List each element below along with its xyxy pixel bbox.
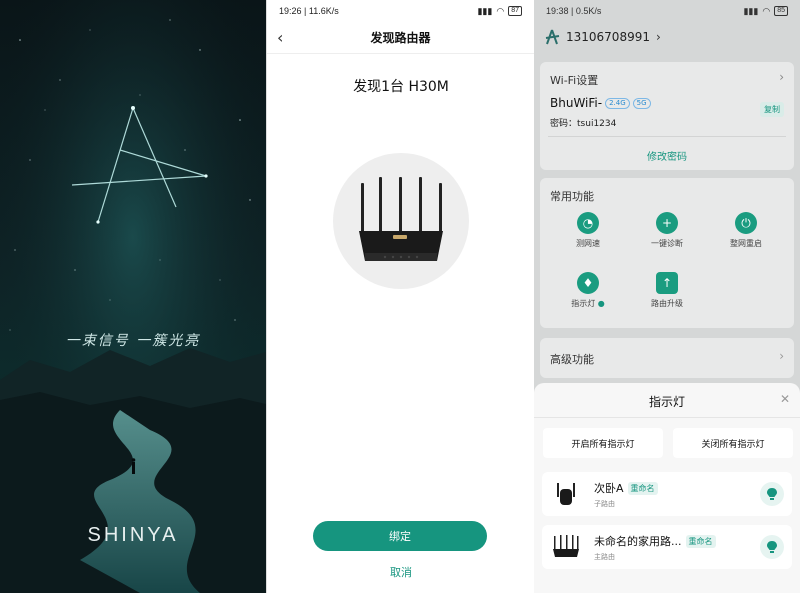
device-row: 未命名的家用路... 重命名 主路由 (542, 525, 792, 569)
restart-label: 整网重启 (730, 239, 762, 248)
password-label: 密码： (550, 119, 578, 129)
divider (548, 136, 786, 137)
divider (534, 417, 800, 418)
bulb-icon (767, 541, 777, 553)
advanced-functions-title: 高级功能 (550, 353, 594, 366)
device-row: 次卧A 重命名 子路由 (542, 472, 792, 516)
bind-button[interactable]: 绑定 (313, 521, 487, 551)
diagnose-label: 一键诊断 (651, 239, 683, 248)
slogan-text: 一束信号 一簇光亮 (65, 333, 201, 349)
nav-bar: ‹ 发现路由器 (267, 22, 534, 54)
discover-router-screen: 19:26 | 11.6K/s ▮▮▮ ◠ 87 ‹ 发现路由器 发现1台 H3… (266, 0, 534, 593)
router-image (333, 153, 469, 289)
change-password-button[interactable]: 修改密码 (540, 148, 794, 163)
ssid-text: BhuWiFi- (550, 96, 603, 110)
chevron-right-icon[interactable]: › (779, 70, 784, 84)
rename-button[interactable]: 重命名 (685, 534, 716, 548)
brand-star-icon (545, 29, 560, 45)
band-5g-badge: 5G (632, 97, 651, 109)
indicator-toggle[interactable] (760, 535, 784, 559)
mesh-node-icon (550, 478, 582, 510)
found-router-text: 发现1台 H30M (353, 79, 449, 95)
upgrade-icon: ↑ (656, 272, 678, 294)
rename-button[interactable]: 重命名 (627, 481, 658, 495)
wifi-settings-title[interactable]: Wi-Fi设置 (550, 72, 598, 88)
status-icons: ▮▮▮ ◠ 85 (743, 6, 788, 17)
status-time-speed: 19:26 | 11.6K/s (279, 6, 339, 16)
chevron-right-icon: › (655, 30, 661, 44)
turn-on-all-lights-button[interactable]: 开启所有指示灯 (543, 428, 663, 458)
common-functions-card: 常用功能 ◔ 测网速 + 一键诊断 ⏻ 整网重启 ♦ 指示灯 ● ↑ 路由升级 (540, 178, 794, 328)
wifi-password: 密码：tsui1234 (550, 116, 616, 129)
back-icon[interactable]: ‹ (277, 28, 283, 47)
wifi-icon: ◠ (496, 5, 505, 16)
chevron-right-icon: › (779, 349, 784, 363)
account-phone: 13106708991 (566, 30, 650, 44)
dashboard-screen: 19:38 | 0.5K/s ▮▮▮ ◠ 85 13106708991 › Wi… (534, 0, 800, 593)
device-name: 未命名的家用路... 重命名 (594, 533, 716, 549)
router-icon (359, 177, 443, 261)
turn-off-all-lights-button[interactable]: 关闭所有指示灯 (673, 428, 793, 458)
device-role: 子路由 (594, 500, 615, 508)
advanced-functions-row[interactable]: 高级功能 › (540, 338, 794, 378)
power-icon: ⏻ (735, 212, 757, 234)
sheet-title: 指示灯 (648, 395, 685, 409)
device-role: 主路由 (594, 553, 615, 561)
wifi-ssid: BhuWiFi- 2.4G 5G (550, 96, 651, 110)
diagnose-item[interactable]: + 一键诊断 (625, 212, 709, 249)
close-icon[interactable]: ✕ (780, 392, 790, 406)
page-title: 发现路由器 (370, 31, 431, 45)
router-upgrade-item[interactable]: ↑ 路由升级 (625, 272, 709, 309)
device-name-text: 未命名的家用路... (594, 535, 682, 548)
indicator-toggle[interactable] (760, 482, 784, 506)
brand-logo: SHINYA (87, 524, 179, 546)
status-bar: 19:38 | 0.5K/s ▮▮▮ ◠ 85 (534, 0, 800, 22)
device-name: 次卧A 重命名 (594, 480, 658, 496)
battery-icon: 87 (508, 6, 522, 16)
splash-screen: 一束信号 一簇光亮 SHINYA (0, 0, 266, 593)
bulb-icon (767, 488, 777, 500)
bulb-icon: ♦ (577, 272, 599, 294)
password-value: tsui1234 (577, 119, 617, 129)
cancel-button[interactable]: 取消 (267, 564, 534, 580)
wifi-settings-card: Wi-Fi设置 › BhuWiFi- 2.4G 5G 复制 密码：tsui123… (540, 62, 794, 170)
speed-test-item[interactable]: ◔ 测网速 (546, 212, 630, 249)
diagnose-plus-icon: + (656, 212, 678, 234)
speed-test-label: 测网速 (576, 239, 600, 248)
indicator-light-sheet: 指示灯 ✕ 开启所有指示灯 关闭所有指示灯 次卧A 重命名 子路由 未命名的家用… (534, 383, 800, 593)
device-name-text: 次卧A (594, 482, 624, 495)
signal-icon: ▮▮▮ (477, 5, 493, 16)
router-icon (550, 531, 582, 563)
indicator-light-item[interactable]: ♦ 指示灯 ● (546, 272, 630, 309)
status-icons: ▮▮▮ ◠ 87 (477, 6, 522, 17)
indicator-label: 指示灯 (571, 299, 596, 308)
restart-network-item[interactable]: ⏻ 整网重启 (704, 212, 788, 249)
upgrade-label: 路由升级 (651, 299, 683, 308)
active-dot-icon: ● (597, 299, 605, 308)
status-bar: 19:26 | 11.6K/s ▮▮▮ ◠ 87 (267, 0, 534, 22)
copy-button[interactable]: 复制 (760, 102, 784, 117)
account-header[interactable]: 13106708991 › (534, 22, 800, 52)
wifi-icon: ◠ (762, 5, 771, 16)
common-functions-title: 常用功能 (550, 190, 594, 203)
band-24g-badge: 2.4G (605, 97, 630, 109)
starry-sky-illustration (0, 0, 266, 593)
signal-icon: ▮▮▮ (743, 5, 759, 16)
battery-icon: 85 (774, 6, 788, 16)
status-time-speed: 19:38 | 0.5K/s (546, 6, 602, 16)
speedometer-icon: ◔ (577, 212, 599, 234)
